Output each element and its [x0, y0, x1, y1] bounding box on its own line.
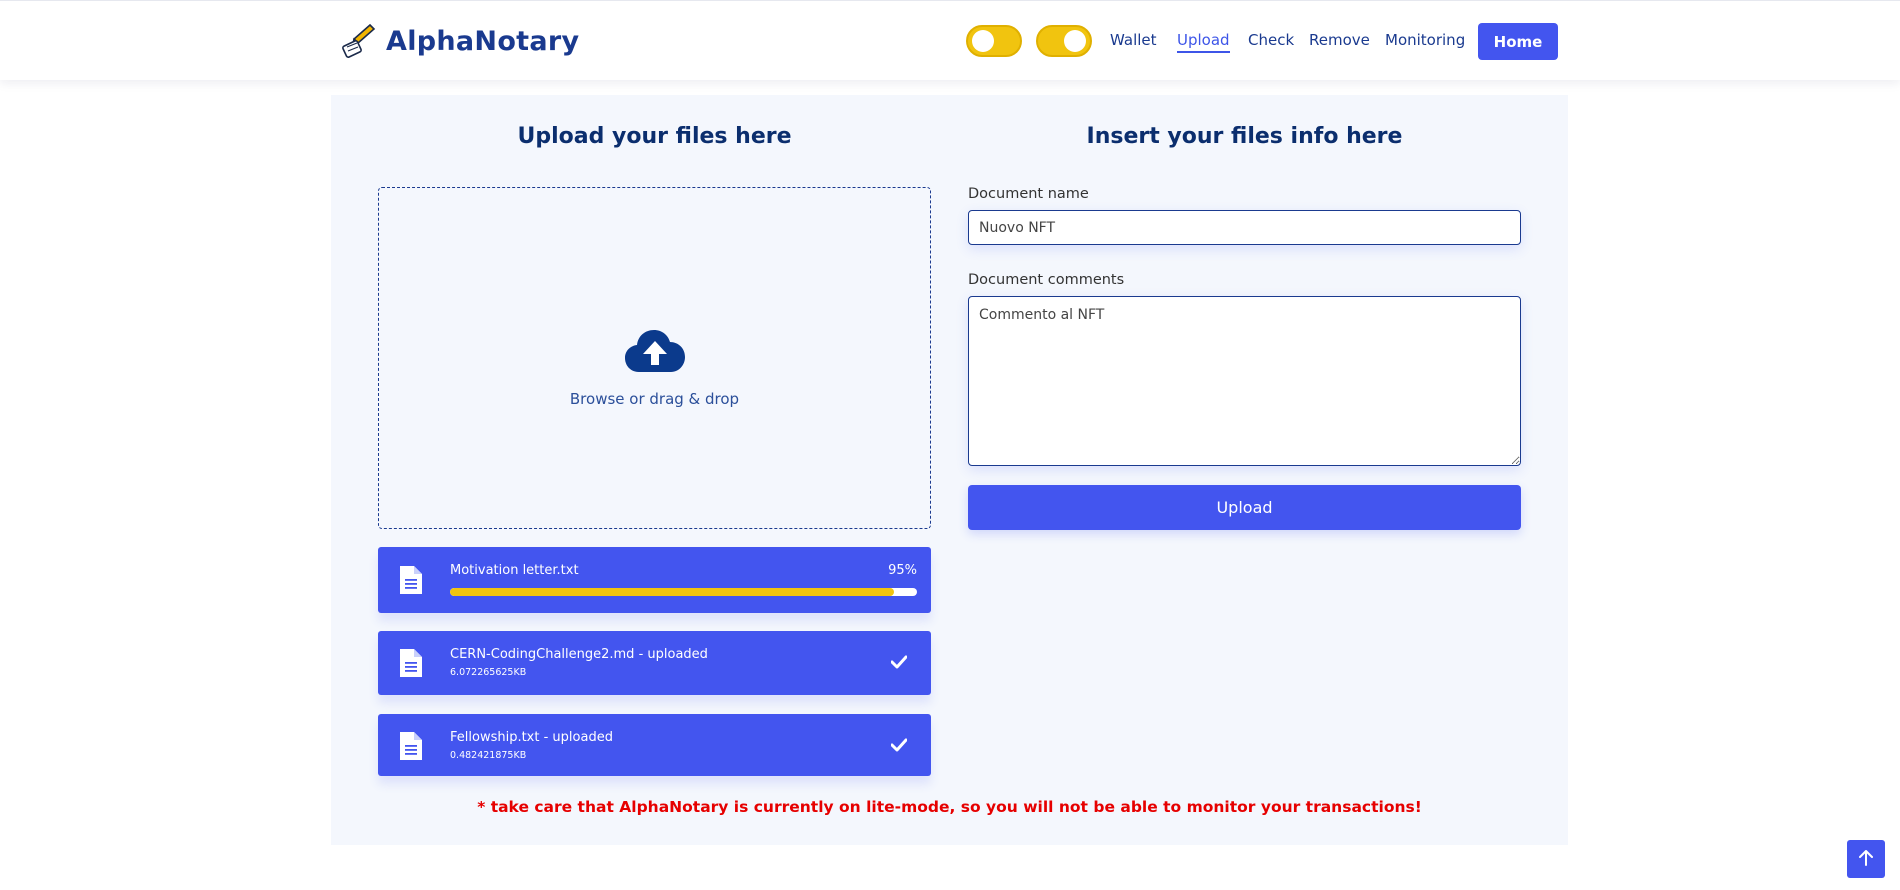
scroll-to-top-button[interactable] [1847, 840, 1885, 878]
document-comments-textarea[interactable]: Commento al NFT [968, 296, 1521, 466]
nav-check[interactable]: Check [1248, 31, 1294, 49]
file-icon [400, 732, 422, 760]
toggle-knob [1064, 30, 1086, 52]
progress-percent: 95% [888, 563, 917, 578]
document-comments-label: Document comments [968, 272, 1125, 288]
home-button[interactable]: Home [1478, 23, 1558, 60]
toggle-knob [972, 30, 994, 52]
toggle-2[interactable] [1036, 25, 1092, 57]
nav-wallet[interactable]: Wallet [1110, 31, 1157, 49]
toggle-1[interactable] [966, 25, 1022, 57]
file-name: Fellowship.txt - uploaded [450, 730, 613, 745]
progress-bar [450, 588, 917, 596]
check-icon [891, 738, 907, 752]
document-name-input[interactable] [968, 210, 1521, 245]
file-dropzone[interactable]: Browse or drag & drop [378, 187, 931, 529]
file-card-uploading: Motivation letter.txt 95% [378, 547, 931, 613]
document-name-label: Document name [968, 186, 1089, 202]
file-card-uploaded: CERN-CodingChallenge2.md - uploaded 6.07… [378, 631, 931, 695]
check-icon [891, 655, 907, 669]
nav-remove[interactable]: Remove [1309, 31, 1370, 49]
brand-name: AlphaNotary [386, 25, 580, 57]
arrow-up-icon [1859, 849, 1873, 866]
file-size: 6.072265625KB [450, 667, 527, 678]
lite-mode-warning: * take care that AlphaNotary is currentl… [477, 798, 1422, 816]
dropzone-text: Browse or drag & drop [569, 390, 740, 408]
file-icon [400, 649, 422, 677]
file-name: CERN-CodingChallenge2.md - uploaded [450, 647, 708, 662]
brand[interactable]: AlphaNotary [340, 23, 579, 59]
progress-fill [450, 588, 894, 596]
file-size: 0.482421875KB [450, 750, 527, 761]
nav-monitoring[interactable]: Monitoring [1385, 31, 1465, 49]
upload-section-title: Upload your files here [517, 124, 792, 149]
file-name: Motivation letter.txt [450, 563, 579, 578]
cloud-upload-icon [625, 330, 685, 372]
info-section-title: Insert your files info here [1086, 124, 1403, 149]
navbar: AlphaNotary Wallet Upload Check Remove M… [0, 0, 1900, 80]
file-card-uploaded: Fellowship.txt - uploaded 0.482421875KB [378, 714, 931, 776]
nav-upload[interactable]: Upload [1177, 31, 1230, 53]
quill-logo-icon [342, 23, 376, 58]
file-icon [400, 566, 422, 594]
upload-button[interactable]: Upload [968, 485, 1521, 530]
